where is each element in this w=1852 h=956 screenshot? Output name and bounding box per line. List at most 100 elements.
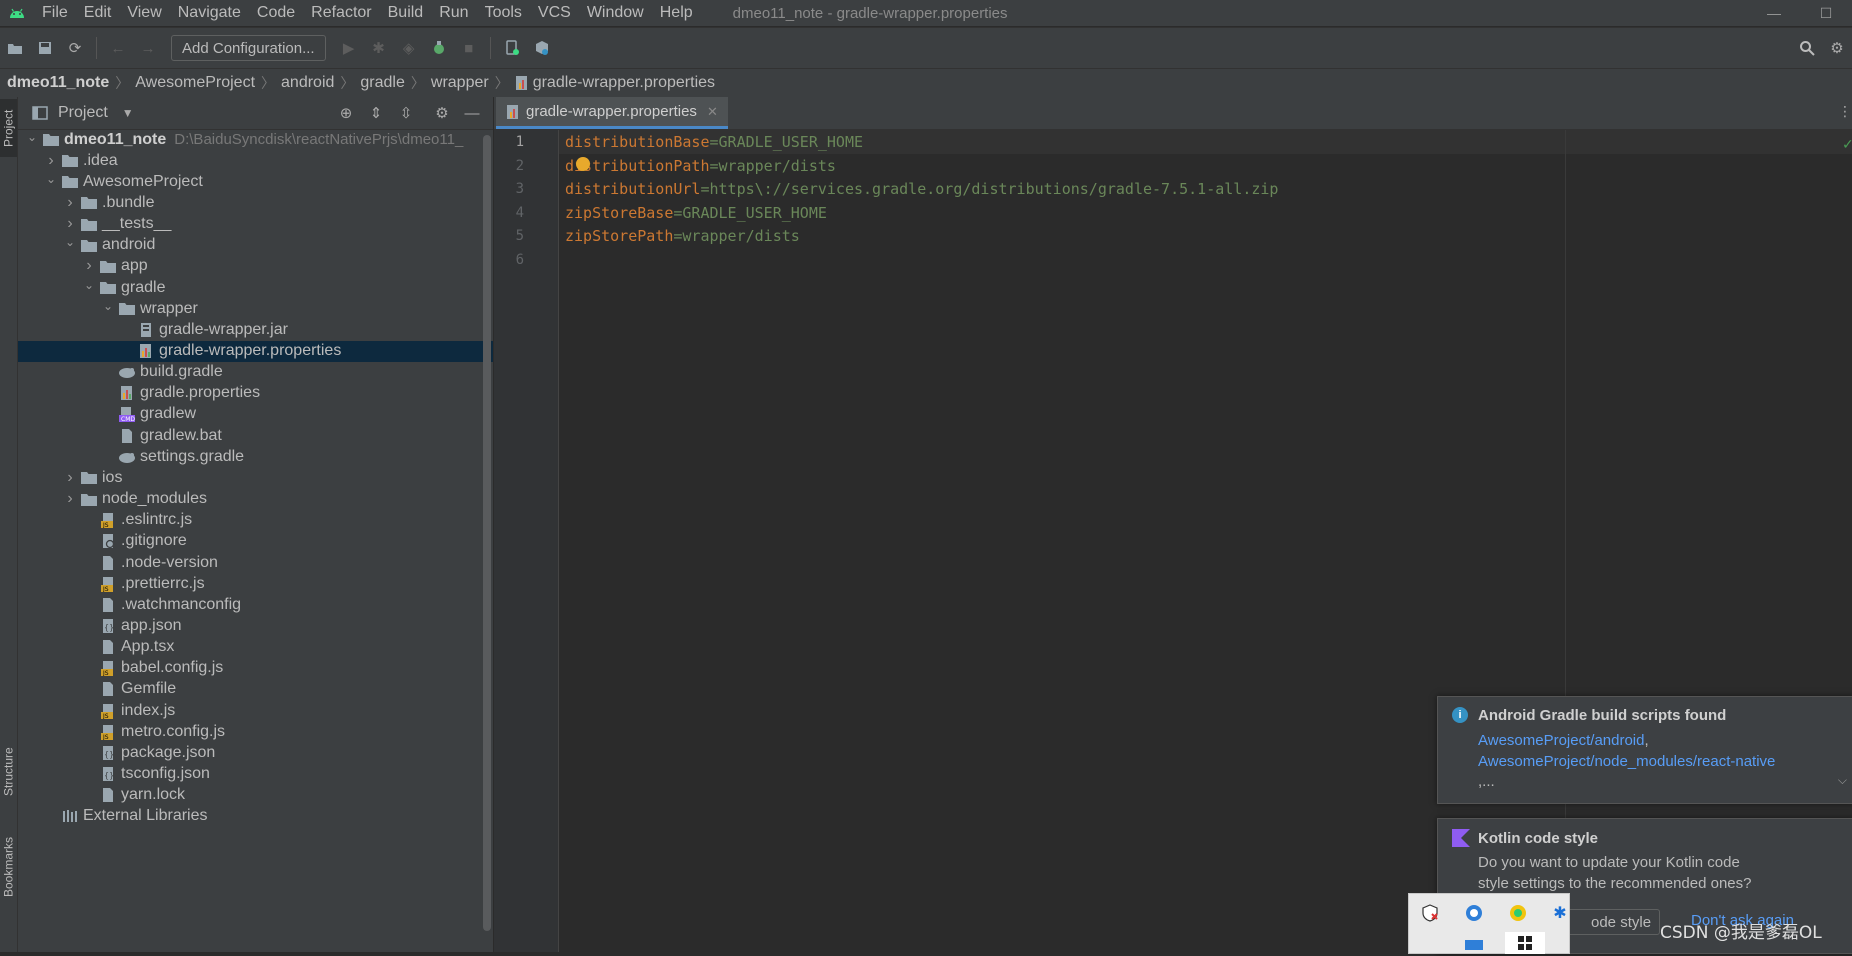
chevron-right-icon[interactable]: › <box>62 194 78 212</box>
maximize-button[interactable]: ☐ <box>1800 0 1852 26</box>
breadcrumb-item[interactable]: AwesomeProject <box>129 74 261 92</box>
chevron-down-icon[interactable]: ⌄ <box>24 130 40 144</box>
tree-file-row[interactable]: {} package.json <box>18 742 493 763</box>
code-line[interactable]: distributionUrl=https\://services.gradle… <box>565 180 1278 198</box>
menu-navigate[interactable]: Navigate <box>170 4 249 22</box>
tree-file-row[interactable]: settings.gradle <box>18 446 493 467</box>
device-manager-icon[interactable] <box>501 37 523 59</box>
hide-panel-icon[interactable]: — <box>461 102 483 124</box>
baidu-sync-icon[interactable] <box>1463 902 1485 924</box>
sdk-manager-icon[interactable] <box>531 37 553 59</box>
code-line[interactable]: distributionBase=GRADLE_USER_HOME <box>565 133 863 151</box>
tree-folder-row[interactable]: ⌄ android <box>18 235 493 256</box>
windows-grid-icon[interactable] <box>1505 932 1545 954</box>
menu-edit[interactable]: Edit <box>76 4 120 22</box>
tree-file-row[interactable]: JS .eslintrc.js <box>18 510 493 531</box>
tree-file-row[interactable]: .node-version <box>18 552 493 573</box>
run-icon[interactable]: ▶ <box>338 37 360 59</box>
chevron-right-icon[interactable]: › <box>62 490 78 508</box>
chevron-right-icon[interactable]: › <box>62 215 78 233</box>
tree-file-row[interactable]: gradle-wrapper.jar <box>18 319 493 340</box>
breadcrumb-item[interactable]: android <box>275 74 340 92</box>
project-tree-scrollbar[interactable] <box>483 135 491 931</box>
collapse-all-icon[interactable]: ⇳ <box>395 102 417 124</box>
tree-file-row[interactable]: build.gradle <box>18 362 493 383</box>
menu-help[interactable]: Help <box>652 4 701 22</box>
tree-file-row[interactable]: JS metro.config.js <box>18 721 493 742</box>
code-line[interactable]: distributionPath=wrapper/dists <box>565 157 836 175</box>
tree-folder-row[interactable]: › node_modules <box>18 489 493 510</box>
tree-folder-row[interactable]: ⌄ AwesomeProject <box>18 171 493 192</box>
add-configuration-button[interactable]: Add Configuration... <box>171 35 326 61</box>
stop-icon[interactable]: ■ <box>458 37 480 59</box>
chevron-down-icon[interactable]: ⌄ <box>43 172 59 186</box>
tree-folder-row[interactable]: › app <box>18 256 493 277</box>
tree-file-row[interactable]: JS index.js <box>18 700 493 721</box>
android-folder-link[interactable]: AwesomeProject/android, <box>1478 732 1649 749</box>
chevron-down-icon[interactable]: ⌄ <box>100 299 116 313</box>
menu-refactor[interactable]: Refactor <box>303 4 379 22</box>
tree-file-row[interactable]: gradle-wrapper.properties <box>18 340 493 362</box>
tree-folder-row[interactable]: › __tests__ <box>18 214 493 235</box>
chevron-down-icon[interactable]: ⌄ <box>81 278 97 292</box>
tree-file-row[interactable]: CMD gradlew <box>18 404 493 425</box>
tree-folder-row[interactable]: › .bundle <box>18 192 493 213</box>
menu-file[interactable]: File <box>34 4 76 22</box>
menu-view[interactable]: View <box>119 4 169 22</box>
coverage-icon[interactable]: ◈ <box>398 37 420 59</box>
breadcrumb-item-current[interactable]: gradle-wrapper.properties <box>509 74 721 92</box>
tree-file-row[interactable]: JS babel.config.js <box>18 658 493 679</box>
chevron-right-icon[interactable]: › <box>62 469 78 487</box>
chevron-right-icon[interactable]: › <box>81 257 97 275</box>
menu-run[interactable]: Run <box>431 4 476 22</box>
search-icon[interactable] <box>1796 37 1818 59</box>
open-folder-icon[interactable] <box>4 37 26 59</box>
tree-file-row[interactable]: yarn.lock <box>18 785 493 806</box>
tree-file-row[interactable]: External Libraries <box>18 806 493 827</box>
chevron-down-icon[interactable]: ▼ <box>122 106 134 120</box>
settings-gear-icon[interactable]: ⚙ <box>1826 37 1848 59</box>
menu-tools[interactable]: Tools <box>477 4 530 22</box>
tree-file-row[interactable]: JS .prettierrc.js <box>18 573 493 594</box>
chevron-right-icon[interactable]: › <box>43 152 59 170</box>
menu-vcs[interactable]: VCS <box>530 4 579 22</box>
code-line[interactable]: zipStorePath=wrapper/dists <box>565 227 800 245</box>
tree-file-row[interactable]: Gemfile <box>18 679 493 700</box>
tree-folder-row[interactable]: › .idea <box>18 150 493 171</box>
debug-icon[interactable]: ✱ <box>368 37 390 59</box>
tree-file-row[interactable]: .watchmanconfig <box>18 594 493 615</box>
tree-folder-row[interactable]: ⌄ gradle <box>18 277 493 298</box>
tree-file-row[interactable]: .gitignore <box>18 531 493 552</box>
project-tool-tab[interactable]: Project <box>0 99 17 157</box>
tree-file-row[interactable]: gradlew.bat <box>18 425 493 446</box>
tree-file-row[interactable]: {} tsconfig.json <box>18 764 493 785</box>
tree-folder-row[interactable]: › ios <box>18 467 493 488</box>
gear-icon[interactable]: ⚙ <box>431 102 453 124</box>
tree-file-row[interactable]: {} app.json <box>18 615 493 636</box>
expand-chevron-icon[interactable]: ⌵ <box>1838 773 1847 788</box>
bookmarks-tool-tab[interactable]: Bookmarks <box>0 827 17 907</box>
structure-tool-tab[interactable]: Structure <box>0 737 17 807</box>
breadcrumb-item[interactable]: gradle <box>354 74 410 92</box>
breadcrumb-item[interactable]: dmeo11_note <box>0 74 115 92</box>
menu-build[interactable]: Build <box>380 4 432 22</box>
network-tray-icon[interactable] <box>1463 934 1485 956</box>
attach-debugger-icon[interactable] <box>428 37 450 59</box>
app-tray-icon[interactable] <box>1507 902 1529 924</box>
chevron-down-icon[interactable]: ⌄ <box>62 235 78 249</box>
bluetooth-icon[interactable]: ✱ <box>1549 902 1571 924</box>
back-arrow-icon[interactable]: ← <box>107 37 129 59</box>
lightbulb-icon[interactable] <box>576 157 590 171</box>
react-native-folder-link[interactable]: AwesomeProject/node_modules/react-native <box>1478 753 1775 770</box>
menu-code[interactable]: Code <box>249 4 303 22</box>
close-tab-icon[interactable]: ✕ <box>707 104 718 120</box>
code-line[interactable]: zipStoreBase=GRADLE_USER_HOME <box>565 204 827 222</box>
tree-folder-row[interactable]: ⌄ dmeo11_note D:\BaiduSyncdisk\reactNative… <box>18 129 493 150</box>
tree-folder-row[interactable]: ⌄ wrapper <box>18 298 493 319</box>
expand-all-icon[interactable]: ⇕ <box>365 102 387 124</box>
more-options-icon[interactable]: ⋮ <box>1838 103 1852 120</box>
breadcrumb-item[interactable]: wrapper <box>425 74 495 92</box>
locate-file-icon[interactable]: ⊕ <box>335 102 357 124</box>
minimize-button[interactable]: — <box>1748 0 1800 26</box>
security-shield-icon[interactable] <box>1419 902 1441 924</box>
